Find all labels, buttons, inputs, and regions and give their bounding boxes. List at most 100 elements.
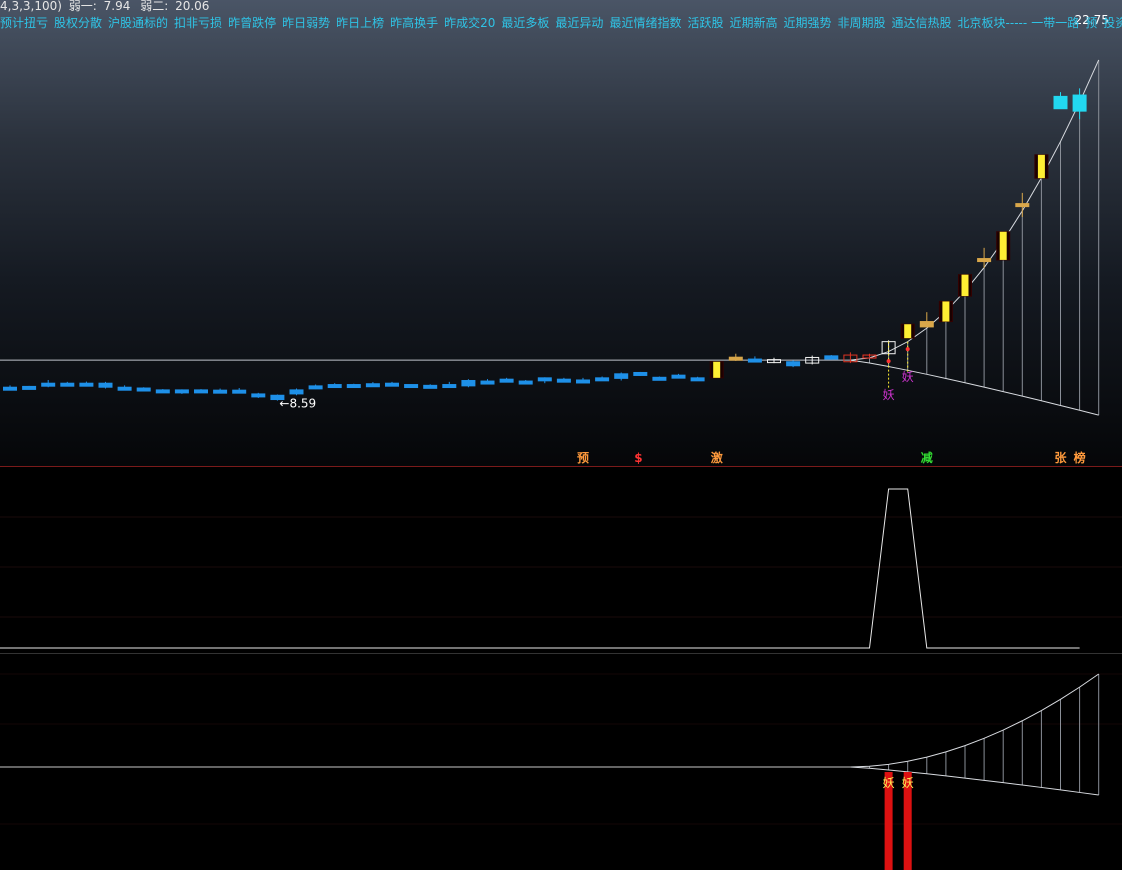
concept-tag[interactable]: 昨成交20 [444,16,495,30]
candle [327,383,342,389]
concept-tag[interactable]: 股权分散 [54,16,102,30]
candle [595,376,610,382]
volume-indicator-panel[interactable]: 妖妖 [0,654,1122,870]
concept-tag[interactable]: 近期新高 [729,16,777,30]
concept-tag[interactable]: 预计扭亏 [0,16,48,30]
candle [60,381,75,387]
concept-tag[interactable]: 昨高换手 [390,16,438,30]
candle [3,385,17,391]
concept-tag[interactable]: 预 [1085,16,1097,30]
candle-body [556,378,571,383]
candle-body [786,361,801,367]
candle-body [480,380,495,385]
candle-body [633,371,648,376]
candle-body [79,382,94,387]
candle-body [117,386,132,391]
candle [213,388,228,394]
candle [155,389,170,394]
signal-indicator-panel[interactable] [0,467,1122,653]
candle-body [824,355,839,360]
concept-tag[interactable]: 活跃股 [687,16,723,30]
signal-bar-label: 妖 [883,776,895,790]
candle [308,384,323,390]
candle [1034,154,1049,179]
concept-tag[interactable]: 一带一路 [1031,16,1079,30]
concept-tag[interactable]: 昨日上榜 [336,16,384,30]
candle-body [404,384,419,389]
concept-tag[interactable]: 最近情绪指数 [609,16,681,30]
candle [404,384,419,389]
candle-body [904,324,912,339]
candle-body [537,377,552,382]
candle-body [60,382,75,387]
concept-tag[interactable]: 通达信热股 [892,16,952,30]
yao-label: 妖 [883,388,895,402]
candle-body [614,373,629,379]
signal-label: 张 [1055,450,1068,465]
candle-body [155,389,170,394]
candle [728,353,743,361]
concept-tag[interactable]: 最近异动 [555,16,603,30]
candle [709,361,724,379]
candle-body [327,384,342,389]
candle-body [713,361,721,378]
candle-body [3,386,17,391]
indicator-header: 4,3,3,100) 弱一: 7.94 弱二: 20.06 [0,0,1122,14]
candle-body [136,387,151,392]
candle [174,389,189,394]
candle [690,376,705,382]
candle-body [365,383,380,388]
yao-dot [886,359,891,364]
candle-body [442,384,457,389]
concept-tag[interactable]: 近期强势 [783,16,831,30]
candle [900,323,915,339]
signal-label: 激 [711,450,723,465]
concept-tag[interactable]: 最近多板 [501,16,549,30]
candle-body [1053,95,1068,110]
signal-indicator-chart [0,488,1122,649]
candle-body [518,380,533,385]
candle-body [22,385,37,390]
candle [1053,92,1068,110]
candle-body [194,389,208,394]
concept-tag[interactable]: 北京板块 [958,16,1006,30]
concept-tag[interactable]: 昨曾跌停 [228,16,276,30]
candle [385,381,399,387]
candlestick-panel[interactable]: ←8.59 22.75 妖妖预 $ 激减张榜 4,3,3,100) 弱一: 7.94 弱… [0,0,1122,466]
concept-tag[interactable]: 扣非亏损 [174,16,222,30]
candle-body [961,274,969,297]
volume-indicator-chart: 妖妖 [0,673,1122,870]
candle [346,383,361,389]
concept-tag[interactable]: 非周期股 [838,16,886,30]
concept-tag[interactable]: 投资 [1103,16,1122,30]
candle [537,377,552,384]
candle-body [308,385,323,390]
line1-value: 7.94 [103,0,131,13]
candle-body [499,378,514,383]
candle-body [747,358,762,363]
signal-label: 减 [921,450,933,465]
candle [919,312,934,328]
concept-tag[interactable]: 沪股通标的 [108,16,168,30]
candle [22,385,37,390]
candle-body [671,374,686,379]
candle [556,377,571,383]
candle-body [232,389,247,394]
candle [41,379,56,388]
candle-body [690,377,705,382]
candle-body [942,301,950,322]
signal-bar-label: 妖 [902,776,914,790]
candle [194,389,208,394]
signal-label: $ [634,451,642,465]
candle [1015,192,1030,218]
candle-body [576,379,590,384]
candlestick-chart: ←8.5922.75妖妖预 $ 激减张榜 [0,13,1109,465]
candle [633,371,648,376]
concept-tag[interactable]: 昨日弱势 [282,16,330,30]
line1-label: 弱一: [68,0,97,13]
candle-body [461,380,476,387]
signal-label: 榜 [1074,450,1086,465]
indicator-params: 4,3,3,100) [0,0,62,13]
candle [518,379,533,385]
candle [98,381,113,389]
